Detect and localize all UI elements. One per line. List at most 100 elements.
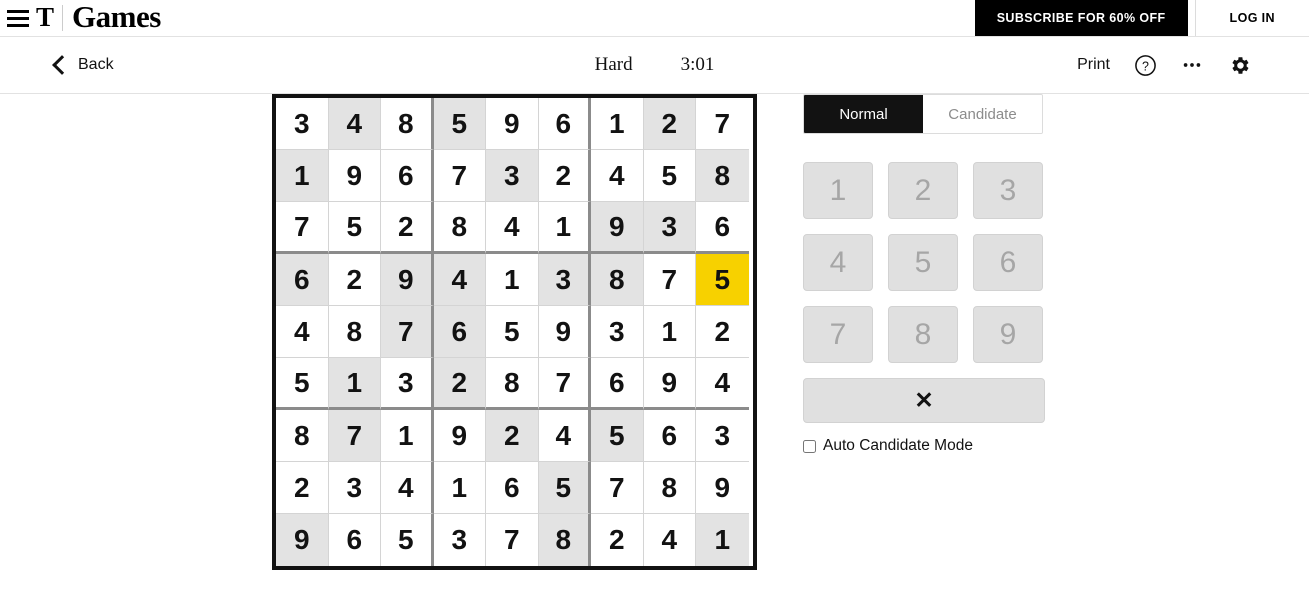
sudoku-cell[interactable]: 4 <box>433 254 486 306</box>
sudoku-cell[interactable]: 9 <box>486 98 539 150</box>
sudoku-cell[interactable]: 7 <box>591 462 644 514</box>
mode-candidate-button[interactable]: Candidate <box>923 95 1042 133</box>
nyt-games-logo[interactable]: T Games <box>34 0 161 36</box>
sudoku-cell[interactable]: 2 <box>276 462 329 514</box>
number-button-4[interactable]: 4 <box>803 234 873 291</box>
sudoku-cell[interactable]: 7 <box>643 254 696 306</box>
sudoku-cell[interactable]: 8 <box>591 254 644 306</box>
sudoku-cell[interactable]: 5 <box>643 150 696 202</box>
number-button-7[interactable]: 7 <box>803 306 873 363</box>
sudoku-cell[interactable]: 6 <box>433 306 486 358</box>
sudoku-cell[interactable]: 1 <box>643 306 696 358</box>
sudoku-cell[interactable]: 5 <box>591 410 644 462</box>
sudoku-cell[interactable]: 1 <box>696 514 749 566</box>
sudoku-cell[interactable]: 9 <box>276 514 329 566</box>
sudoku-cell[interactable]: 7 <box>486 514 539 566</box>
sudoku-cell[interactable]: 7 <box>538 358 591 410</box>
sudoku-cell[interactable]: 2 <box>381 202 434 254</box>
mode-normal-button[interactable]: Normal <box>804 95 923 133</box>
sudoku-board[interactable]: 3485961271967324587528419366294138754876… <box>272 94 757 570</box>
sudoku-cell[interactable]: 3 <box>538 254 591 306</box>
sudoku-cell[interactable]: 6 <box>696 202 749 254</box>
sudoku-cell[interactable]: 8 <box>433 202 486 254</box>
sudoku-cell[interactable]: 1 <box>538 202 591 254</box>
sudoku-cell[interactable]: 6 <box>643 410 696 462</box>
help-button[interactable]: ? <box>1133 53 1157 77</box>
sudoku-cell[interactable]: 6 <box>538 98 591 150</box>
sudoku-cell[interactable]: 3 <box>433 514 486 566</box>
sudoku-cell[interactable]: 2 <box>591 514 644 566</box>
sudoku-cell[interactable]: 8 <box>696 150 749 202</box>
sudoku-cell[interactable]: 3 <box>591 306 644 358</box>
sudoku-cell[interactable]: 4 <box>276 306 329 358</box>
sudoku-cell[interactable]: 4 <box>643 514 696 566</box>
sudoku-cell[interactable]: 7 <box>381 306 434 358</box>
sudoku-cell[interactable]: 5 <box>328 202 381 254</box>
sudoku-cell[interactable]: 6 <box>381 150 434 202</box>
back-button[interactable]: Back <box>52 55 114 75</box>
sudoku-cell[interactable]: 7 <box>328 410 381 462</box>
sudoku-cell[interactable]: 9 <box>328 150 381 202</box>
sudoku-cell[interactable]: 3 <box>486 150 539 202</box>
sudoku-cell[interactable]: 6 <box>591 358 644 410</box>
sudoku-cell[interactable]: 3 <box>643 202 696 254</box>
print-button[interactable]: Print <box>1077 56 1110 74</box>
sudoku-cell[interactable]: 2 <box>328 254 381 306</box>
sudoku-cell[interactable]: 6 <box>328 514 381 566</box>
sudoku-cell[interactable]: 2 <box>696 306 749 358</box>
sudoku-cell[interactable]: 3 <box>328 462 381 514</box>
sudoku-cell[interactable]: 1 <box>433 462 486 514</box>
sudoku-cell[interactable]: 8 <box>538 514 591 566</box>
sudoku-cell[interactable]: 5 <box>538 462 591 514</box>
sudoku-cell[interactable]: 3 <box>696 410 749 462</box>
sudoku-cell[interactable]: 2 <box>433 358 486 410</box>
sudoku-cell[interactable]: 2 <box>643 98 696 150</box>
erase-button[interactable]: ✕ <box>803 378 1045 423</box>
sudoku-cell[interactable]: 5 <box>276 358 329 410</box>
sudoku-cell[interactable]: 4 <box>591 150 644 202</box>
sudoku-cell[interactable]: 4 <box>538 410 591 462</box>
number-button-6[interactable]: 6 <box>973 234 1043 291</box>
more-options-button[interactable] <box>1180 53 1204 77</box>
sudoku-cell[interactable]: 3 <box>381 358 434 410</box>
sudoku-cell[interactable]: 2 <box>538 150 591 202</box>
sudoku-cell[interactable]: 1 <box>276 150 329 202</box>
sudoku-cell[interactable]: 9 <box>381 254 434 306</box>
settings-button[interactable] <box>1227 53 1251 77</box>
sudoku-cell[interactable]: 5 <box>486 306 539 358</box>
sudoku-cell[interactable]: 8 <box>328 306 381 358</box>
sudoku-cell[interactable]: 4 <box>486 202 539 254</box>
sudoku-cell[interactable]: 5 <box>696 254 749 306</box>
number-button-8[interactable]: 8 <box>888 306 958 363</box>
number-button-5[interactable]: 5 <box>888 234 958 291</box>
sudoku-cell[interactable]: 8 <box>381 98 434 150</box>
sudoku-cell[interactable]: 4 <box>381 462 434 514</box>
sudoku-cell[interactable]: 9 <box>433 410 486 462</box>
sudoku-cell[interactable]: 8 <box>486 358 539 410</box>
sudoku-cell[interactable]: 7 <box>696 98 749 150</box>
sudoku-cell[interactable]: 7 <box>276 202 329 254</box>
number-button-1[interactable]: 1 <box>803 162 873 219</box>
sudoku-cell[interactable]: 4 <box>696 358 749 410</box>
number-button-2[interactable]: 2 <box>888 162 958 219</box>
sudoku-cell[interactable]: 5 <box>381 514 434 566</box>
subscribe-button[interactable]: SUBSCRIBE FOR 60% OFF <box>974 0 1188 36</box>
hamburger-menu-icon[interactable] <box>0 0 34 36</box>
sudoku-cell[interactable]: 1 <box>486 254 539 306</box>
sudoku-cell[interactable]: 2 <box>486 410 539 462</box>
sudoku-cell[interactable]: 8 <box>643 462 696 514</box>
login-button[interactable]: LOG IN <box>1194 0 1309 36</box>
auto-candidate-checkbox[interactable] <box>803 439 816 453</box>
sudoku-cell[interactable]: 6 <box>276 254 329 306</box>
sudoku-cell[interactable]: 3 <box>276 98 329 150</box>
sudoku-cell[interactable]: 9 <box>643 358 696 410</box>
sudoku-cell[interactable]: 9 <box>696 462 749 514</box>
sudoku-cell[interactable]: 7 <box>433 150 486 202</box>
sudoku-cell[interactable]: 9 <box>591 202 644 254</box>
sudoku-cell[interactable]: 1 <box>381 410 434 462</box>
sudoku-cell[interactable]: 9 <box>538 306 591 358</box>
sudoku-cell[interactable]: 1 <box>591 98 644 150</box>
sudoku-cell[interactable]: 4 <box>328 98 381 150</box>
sudoku-cell[interactable]: 1 <box>328 358 381 410</box>
sudoku-cell[interactable]: 5 <box>433 98 486 150</box>
